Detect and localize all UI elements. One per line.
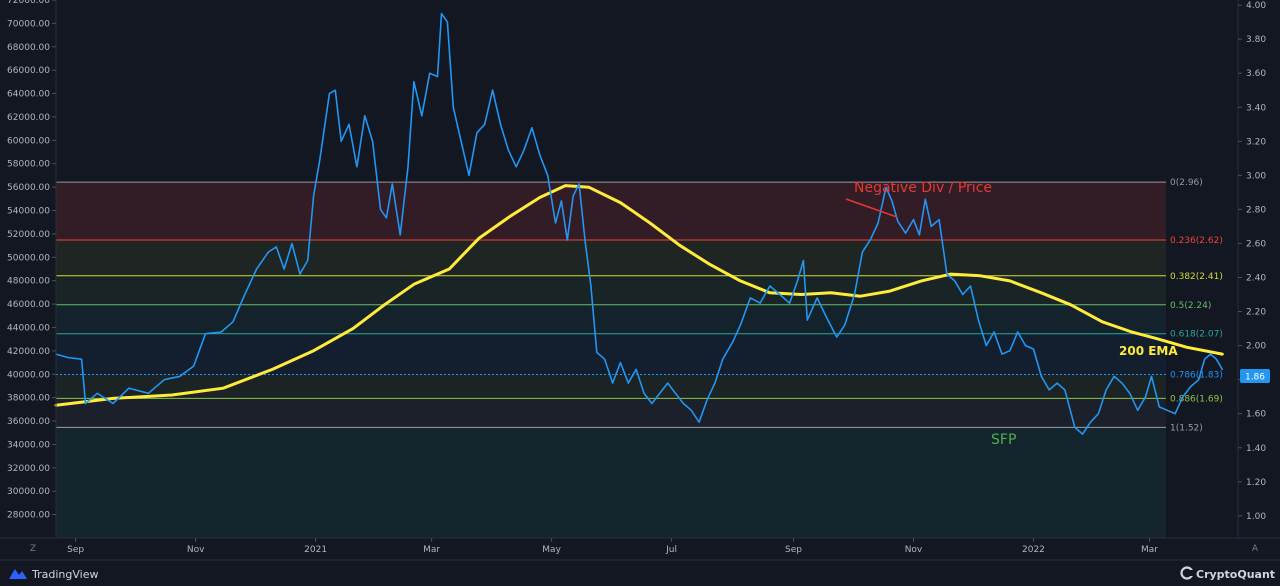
right-axis-label: 2.60 (1246, 239, 1266, 249)
right-axis-label: 3.20 (1246, 137, 1266, 147)
zoom-toggle-button[interactable]: Z (30, 544, 36, 554)
fib-level-label: 0.886(1.69) (1170, 394, 1223, 404)
fib-band (56, 398, 1166, 428)
right-axis-label: 3.40 (1246, 103, 1266, 113)
right-axis-label: 3.60 (1246, 69, 1266, 79)
time-axis-label: Jul (665, 545, 677, 555)
left-axis-label: 58000.00 (7, 160, 50, 170)
left-axis-label: 60000.00 (7, 136, 50, 146)
right-axis-label: 4.00 (1246, 1, 1266, 11)
time-axis-label: Nov (905, 545, 923, 555)
left-axis-label: 32000.00 (7, 464, 50, 474)
time-axis-label: Sep (67, 545, 84, 555)
price-badge-value: 1.86 (1245, 373, 1265, 383)
cryptoquant-brand[interactable]: CryptoQuant (1196, 568, 1275, 581)
left-axis-label: 72000.00 (7, 0, 50, 6)
ema-label: 200 EMA (1119, 344, 1178, 358)
left-axis-label: 30000.00 (7, 487, 50, 497)
left-axis-label: 34000.00 (7, 440, 50, 450)
fib-level-label: 0.5(2.24) (1170, 301, 1211, 311)
time-axis-label: 2022 (1022, 545, 1045, 555)
left-axis-label: 44000.00 (7, 323, 50, 333)
left-axis-label: 42000.00 (7, 347, 50, 357)
right-axis-label: 2.40 (1246, 274, 1266, 284)
footer-bar (0, 560, 1280, 586)
auto-scale-button[interactable]: A (1252, 544, 1259, 554)
tradingview-brand[interactable]: TradingView (31, 568, 98, 581)
right-axis-label: 3.00 (1246, 171, 1266, 181)
left-axis-label: 40000.00 (7, 370, 50, 380)
fib-retracement: 0(2.96) 0.236(2.62) 0.382(2.41) 0.5(2.24) 0.… (56, 178, 1223, 538)
left-axis-label: 28000.00 (7, 511, 50, 521)
time-axis-label: Mar (1141, 545, 1158, 555)
left-axis-label: 36000.00 (7, 417, 50, 427)
time-axis-label: Nov (187, 545, 205, 555)
fib-band (56, 182, 1166, 241)
left-axis-label: 70000.00 (7, 19, 50, 29)
right-axis-label: 1.60 (1246, 410, 1266, 420)
left-axis-label: 38000.00 (7, 394, 50, 404)
negative-div-label: Negative Div / Price (854, 180, 992, 196)
time-axis-label: 2021 (304, 545, 327, 555)
right-axis-label: 2.00 (1246, 342, 1266, 352)
chart: 0(2.96) 0.236(2.62) 0.382(2.41) 0.5(2.24) 0.… (0, 0, 1280, 586)
sfp-label: SFP (991, 432, 1016, 448)
right-axis-label: 2.80 (1246, 205, 1266, 215)
left-axis-label: 64000.00 (7, 90, 50, 100)
left-axis-label: 46000.00 (7, 300, 50, 310)
left-axis-label: 50000.00 (7, 253, 50, 263)
left-axis-label: 54000.00 (7, 207, 50, 217)
left-axis-label: 52000.00 (7, 230, 50, 240)
fib-level-label: 1(1.52) (1170, 423, 1203, 433)
fib-level-label: 0(2.96) (1170, 178, 1203, 188)
time-axis-label: Mar (423, 545, 440, 555)
fib-band (56, 240, 1166, 276)
time-axis-label: May (542, 545, 561, 555)
fib-level-label: 0.786(1.83) (1170, 371, 1223, 381)
fib-band (56, 304, 1166, 334)
left-axis-label: 48000.00 (7, 277, 50, 287)
left-axis-label: 68000.00 (7, 43, 50, 53)
right-axis-label: 1.40 (1246, 444, 1266, 454)
right-axis-label: 3.80 (1246, 35, 1266, 45)
fib-level-label: 0.618(2.07) (1170, 330, 1223, 340)
right-axis-label: 1.20 (1246, 478, 1266, 488)
fib-band (56, 333, 1166, 375)
time-axis-label: Sep (785, 545, 802, 555)
right-axis-label: 1.00 (1246, 512, 1266, 522)
fib-level-label: 0.236(2.62) (1170, 236, 1223, 246)
left-axis-label: 62000.00 (7, 113, 50, 123)
right-axis-label: 2.20 (1246, 308, 1266, 318)
fib-level-label: 0.382(2.41) (1170, 272, 1223, 282)
left-axis-label: 66000.00 (7, 66, 50, 76)
left-axis-label: 56000.00 (7, 183, 50, 193)
